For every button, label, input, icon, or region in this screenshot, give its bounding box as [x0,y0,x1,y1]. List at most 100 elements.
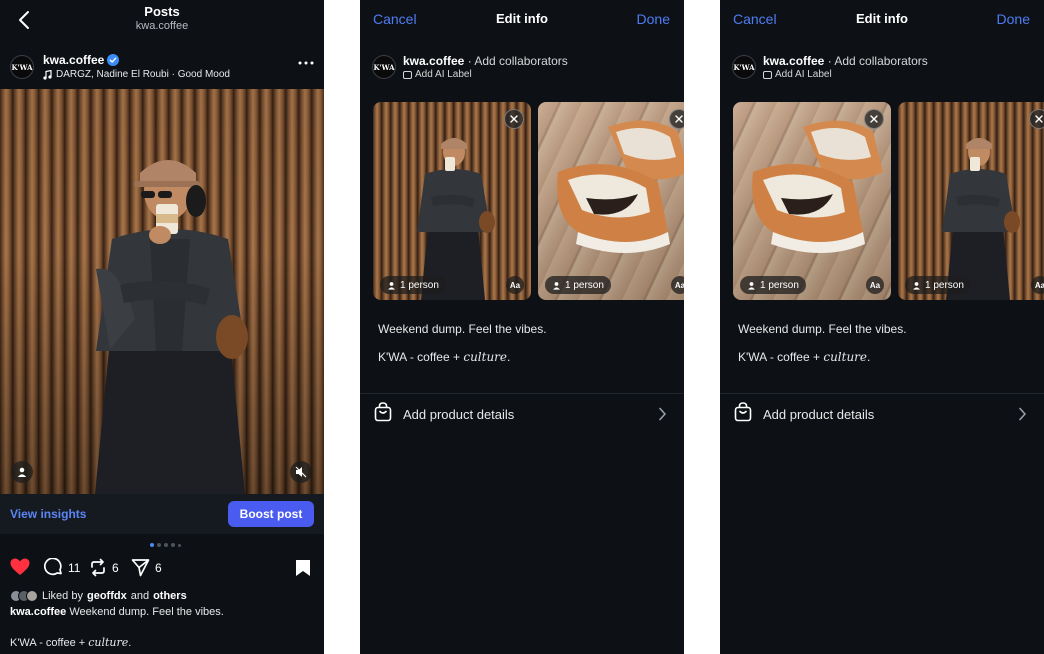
person-tag-label: 1 person [400,279,439,291]
liked-by-prefix: Liked by [42,590,83,602]
product-details-label: Add product details [763,407,875,422]
account-name: kwa.coffee [403,54,465,68]
close-icon[interactable] [1029,109,1044,129]
post-account-row: K'WA kwa.coffee DARGZ, Nadine El Roubi ·… [0,50,324,86]
caption-text[interactable]: Weekend dump. Feel the vibes. [738,322,907,336]
add-product-details-row[interactable]: Add product details [360,396,684,432]
caption-tagline: K'WA - coffee + culture. [10,636,131,649]
person-figure [417,138,495,300]
like-button[interactable] [10,558,30,576]
comment-button[interactable]: 11 [44,558,80,577]
liked-by-and: and [130,590,150,602]
bookmark-icon[interactable] [295,559,311,577]
liked-by-others[interactable]: others [153,590,187,602]
post-caption: kwa.coffee Weekend dump. Feel the vibes. [10,606,224,618]
person-tag-icon [748,281,755,290]
shopping-bag-icon [374,402,392,422]
share-button[interactable]: 6 [131,558,162,577]
close-icon[interactable] [864,109,884,129]
add-collaborators-link[interactable]: Add collaborators [834,54,927,68]
tag-people-button[interactable]: 1 person [545,276,611,294]
chevron-right-icon [1018,407,1027,421]
person-tag-label: 1 person [925,279,964,291]
media-thumbnail-sneakers[interactable]: 1 person Aa [538,102,684,300]
person-figure [942,138,1020,300]
post-photo[interactable] [0,89,324,494]
page-title: Edit info [856,11,908,26]
tag-people-button[interactable]: 1 person [380,276,446,294]
repost-icon [91,558,105,577]
music-attribution[interactable]: DARGZ, Nadine El Roubi · Good Mood [43,69,230,80]
page-title: Edit info [496,11,548,26]
ai-label-text: Add AI Label [775,69,832,80]
tagline-word: culture [823,350,868,364]
alt-text-button[interactable]: Aa [1031,276,1044,294]
caption-tagline[interactable]: K'WA - coffee + culture. [378,350,510,364]
add-product-details-row[interactable]: Add product details [720,396,1044,432]
post-actions: 11 6 6 [0,556,324,582]
caption-tagline[interactable]: K'WA - coffee + culture. [738,350,870,364]
avatar: K'WA [732,55,756,79]
liked-by-user[interactable]: geoffdx [87,590,127,602]
done-button[interactable]: Done [637,11,670,27]
liker-avatars [10,590,38,602]
page-title: Posts [144,4,180,19]
caption-text: Weekend dump. Feel the vibes. [69,606,224,618]
edit-info-screen: Cancel Edit info Done K'WA kwa.coffee · … [360,0,684,654]
view-insights-link[interactable]: View insights [10,507,86,521]
boost-post-button[interactable]: Boost post [228,501,314,527]
ai-label-icon [403,70,412,79]
divider [360,393,684,394]
heart-icon [10,558,30,575]
media-thumbnail-woman[interactable]: 1 person Aa [898,102,1044,300]
caption-username[interactable]: kwa.coffee [10,606,66,618]
alt-text-button[interactable]: Aa [866,276,884,294]
verified-badge-icon [107,54,119,66]
close-icon[interactable] [504,109,524,129]
media-thumbnail-sneakers[interactable]: 1 person Aa [733,102,891,300]
tag-people-button[interactable]: 1 person [905,276,971,294]
edit-header: Cancel Edit info Done [720,0,1044,36]
music-text: DARGZ, Nadine El Roubi · Good Mood [56,69,230,80]
avatar[interactable]: K'WA [10,55,34,79]
tagline-suffix: . [128,637,132,649]
ai-label-icon [763,70,772,79]
add-ai-label-button[interactable]: Add AI Label [763,69,832,80]
caption-text[interactable]: Weekend dump. Feel the vibes. [378,322,547,336]
music-note-icon [43,69,52,80]
account-line: kwa.coffee · Add collaborators [763,54,928,68]
share-icon [131,559,150,577]
more-dots-icon[interactable] [296,56,316,70]
ai-label-text: Add AI Label [415,69,472,80]
mute-icon[interactable] [290,461,312,483]
close-icon[interactable] [669,109,684,129]
add-ai-label-button[interactable]: Add AI Label [403,69,472,80]
chevron-right-icon [658,407,667,421]
account-name[interactable]: kwa.coffee [43,53,104,67]
carousel-dot [157,543,161,547]
alt-text-button[interactable]: Aa [506,276,524,294]
carousel-dot [171,543,175,547]
product-details-label: Add product details [403,407,515,422]
tagline-prefix: K'WA - coffee + [738,350,824,364]
person-tag-icon [553,281,560,290]
liked-by-row[interactable]: Liked by geoffdx and others [10,589,187,603]
repost-count: 6 [112,560,119,575]
shopping-bag-icon [734,402,752,422]
add-collaborators-link[interactable]: Add collaborators [474,54,567,68]
tagline-suffix: . [867,350,871,364]
edit-info-screen-reordered: Cancel Edit info Done K'WA kwa.coffee · … [720,0,1044,654]
page-subtitle: kwa.coffee [135,20,189,32]
avatar [26,590,38,602]
comment-icon [44,558,62,576]
alt-text-button[interactable]: Aa [671,276,684,294]
done-button[interactable]: Done [997,11,1030,27]
repost-button[interactable]: 6 [89,558,119,577]
tagline-prefix: K'WA - coffee + [10,637,89,649]
tag-people-button[interactable]: 1 person [740,276,806,294]
post-header: Posts kwa.coffee [0,0,324,44]
account-line: kwa.coffee · Add collaborators [403,54,568,68]
person-figure [95,160,248,494]
media-thumbnail-woman[interactable]: 1 person Aa [373,102,531,300]
person-tag-icon[interactable] [11,461,33,483]
